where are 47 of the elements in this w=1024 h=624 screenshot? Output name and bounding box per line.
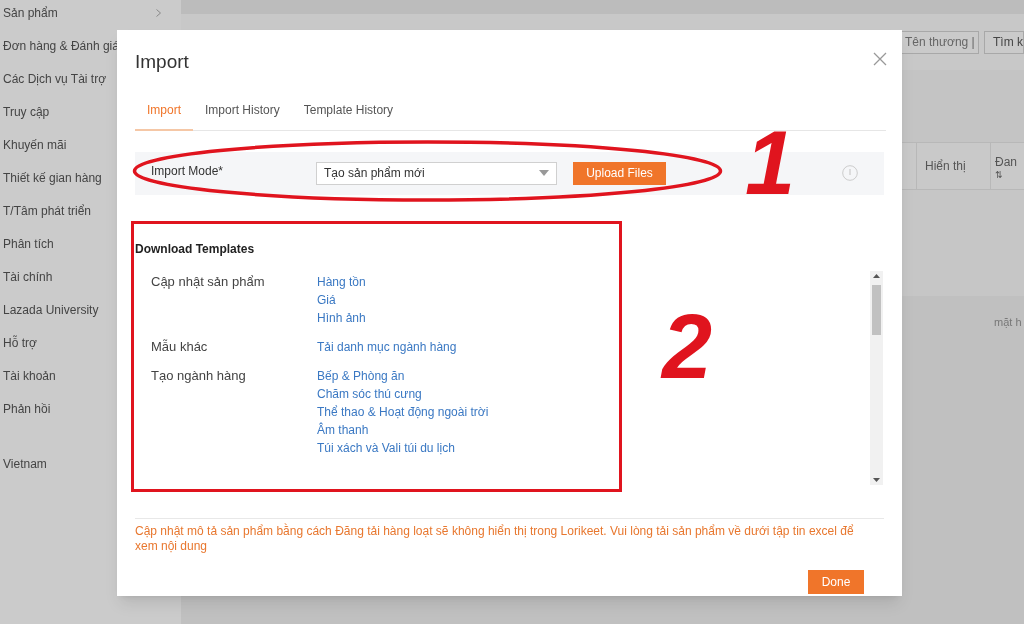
scroll-thumb[interactable]: [872, 284, 881, 335]
import-mode-label: Import Mode*: [151, 162, 225, 180]
template-link[interactable]: Âm thanh: [317, 420, 369, 439]
tab[interactable]: Import History: [193, 100, 292, 131]
sidebar-item[interactable]: Sản phẩm: [3, 3, 58, 22]
scroll-up-icon[interactable]: [873, 273, 880, 278]
template-link[interactable]: Chăm sóc thú cưng: [317, 384, 422, 403]
section-heading: Download Templates: [135, 240, 256, 258]
template-link[interactable]: Bếp & Phòng ăn: [317, 366, 405, 385]
sidebar-item[interactable]: Phân tích: [3, 234, 54, 253]
chevron-right-icon: [156, 8, 161, 17]
search-field[interactable]: Tên thương |: [900, 30, 979, 54]
close-icon[interactable]: [873, 52, 887, 66]
annotation-number: 1: [745, 118, 796, 208]
sidebar-item[interactable]: T/Tâm phát triển: [3, 201, 92, 220]
scroll-down-icon[interactable]: [873, 477, 880, 482]
sidebar-item[interactable]: Tài khoản: [3, 366, 56, 385]
table-text: mặt h: [994, 315, 1023, 328]
template-link[interactable]: Thể thao & Hoạt động ngoài trời: [317, 402, 489, 421]
template-category: Mẫu khác: [151, 337, 209, 356]
template-link[interactable]: Túi xách và Vali túi du lịch: [317, 438, 455, 457]
sidebar-item[interactable]: Khuyến mãi: [3, 135, 67, 154]
dialog-title: Import: [135, 50, 189, 74]
template-link[interactable]: Hình ảnh: [317, 308, 366, 327]
template-link[interactable]: Hàng tồn: [317, 272, 366, 291]
template-category: Cập nhật sản phẩm: [151, 272, 266, 291]
sort-icon[interactable]: ⇅: [995, 170, 1024, 180]
tab[interactable]: Template History: [291, 100, 406, 131]
template-category: Tạo ngành hàng: [151, 366, 247, 385]
annotation-number: 2: [662, 302, 713, 392]
template-link[interactable]: Giá: [317, 290, 336, 309]
table-header: Hiển thị: [916, 143, 990, 189]
info-icon[interactable]: [842, 164, 858, 181]
sidebar-item[interactable]: Thiết kế gian hàng: [3, 168, 102, 187]
sidebar-item[interactable]: Tài chính: [3, 267, 53, 286]
scrollbar[interactable]: [870, 270, 883, 485]
search-button[interactable]: Tìm k: [984, 30, 1024, 54]
sidebar-item[interactable]: Truy cập: [3, 102, 50, 121]
sidebar-item[interactable]: Phản hồi: [3, 399, 51, 418]
table-header: Đan: [995, 153, 1018, 171]
import-mode-dropdown[interactable]: Tạo sản phẩm mới: [316, 161, 557, 185]
notice-text: Cập nhật mô tả sản phẩm bằng cách Đăng tải hàng loạt sẽ không hiển thị trong Lorikeet. Vui lòng tải sản phẩm về dưới tập tin excel để xem nội dung: [135, 523, 855, 554]
template-link[interactable]: Tải danh mục ngành hàng: [317, 337, 457, 356]
caret-icon: [539, 170, 549, 176]
sidebar-item[interactable]: Lazada University: [3, 300, 99, 319]
sidebar-item[interactable]: Các Dịch vụ Tài trợ: [3, 69, 106, 88]
sidebar-item[interactable]: Hỗ trợ: [3, 333, 37, 352]
